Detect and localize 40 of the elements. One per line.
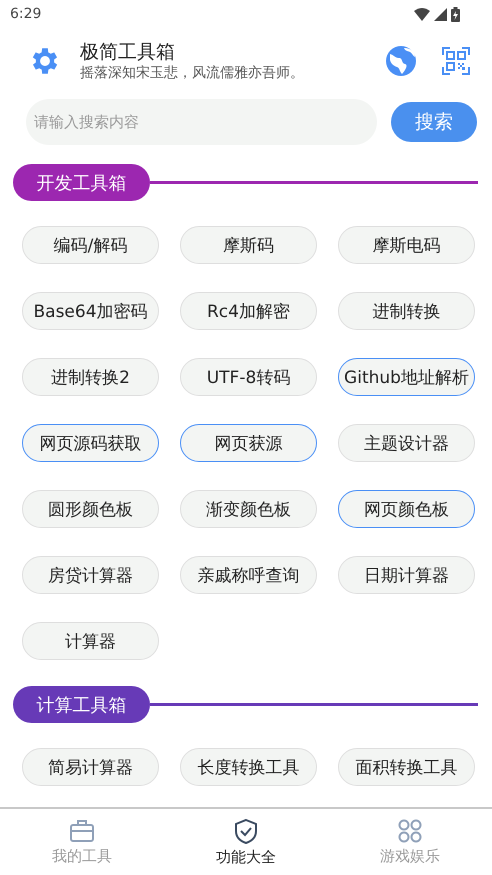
tool-button[interactable]: 亲戚称呼查询 — [180, 556, 317, 594]
tool-button[interactable]: 进制转换2 — [22, 358, 159, 396]
tool-button[interactable]: 摩斯码 — [180, 226, 317, 264]
tool-button[interactable]: 渐变颜色板 — [180, 490, 317, 528]
grid-icon — [398, 818, 422, 842]
tool-button[interactable]: 网页获源 — [180, 424, 317, 462]
tool-button[interactable]: 网页颜色板 — [338, 490, 475, 528]
tool-button[interactable]: 编码/解码 — [22, 226, 159, 264]
qr-scan-icon[interactable] — [442, 47, 470, 75]
tool-button[interactable]: 圆形颜色板 — [22, 490, 159, 528]
nav-tab[interactable]: 功能大全 — [164, 809, 328, 875]
tool-button[interactable]: Github地址解析 — [338, 358, 475, 396]
tool-button[interactable]: UTF-8转码 — [180, 358, 317, 396]
tool-button[interactable]: 进制转换 — [338, 292, 475, 330]
tool-button[interactable]: 日期计算器 — [338, 556, 475, 594]
search-field[interactable]: 请输入搜索内容 — [26, 99, 377, 145]
tool-button[interactable]: 面积转换工具 — [338, 748, 475, 786]
status-time: 6:29 — [10, 6, 42, 22]
signal-icon — [434, 8, 447, 20]
app-subtitle: 摇落深知宋玉悲，风流儒雅亦吾师。 — [80, 64, 305, 82]
tool-button[interactable]: 摩斯电码 — [338, 226, 475, 264]
tool-button[interactable]: 简易计算器 — [22, 748, 159, 786]
app-title: 极简工具箱 — [80, 40, 176, 64]
tool-button[interactable]: 房贷计算器 — [22, 556, 159, 594]
nav-label: 功能大全 — [216, 848, 276, 866]
tool-button[interactable]: 网页源码获取 — [22, 424, 159, 462]
section-title: 开发工具箱 — [13, 164, 150, 201]
globe-icon[interactable] — [384, 44, 418, 78]
tool-button[interactable]: 长度转换工具 — [180, 748, 317, 786]
tool-button[interactable]: 计算器 — [22, 622, 159, 660]
nav-label: 游戏娱乐 — [380, 846, 440, 866]
shield-check-icon — [233, 818, 259, 844]
toolbox-icon — [69, 818, 95, 842]
section-title: 计算工具箱 — [13, 686, 150, 723]
tool-button[interactable]: 主题设计器 — [338, 424, 475, 462]
tool-button[interactable]: Base64加密码 — [22, 292, 159, 330]
battery-icon — [451, 6, 460, 22]
nav-label: 我的工具 — [52, 846, 112, 866]
tool-button[interactable]: Rc4加解密 — [180, 292, 317, 330]
wifi-icon — [414, 8, 430, 20]
